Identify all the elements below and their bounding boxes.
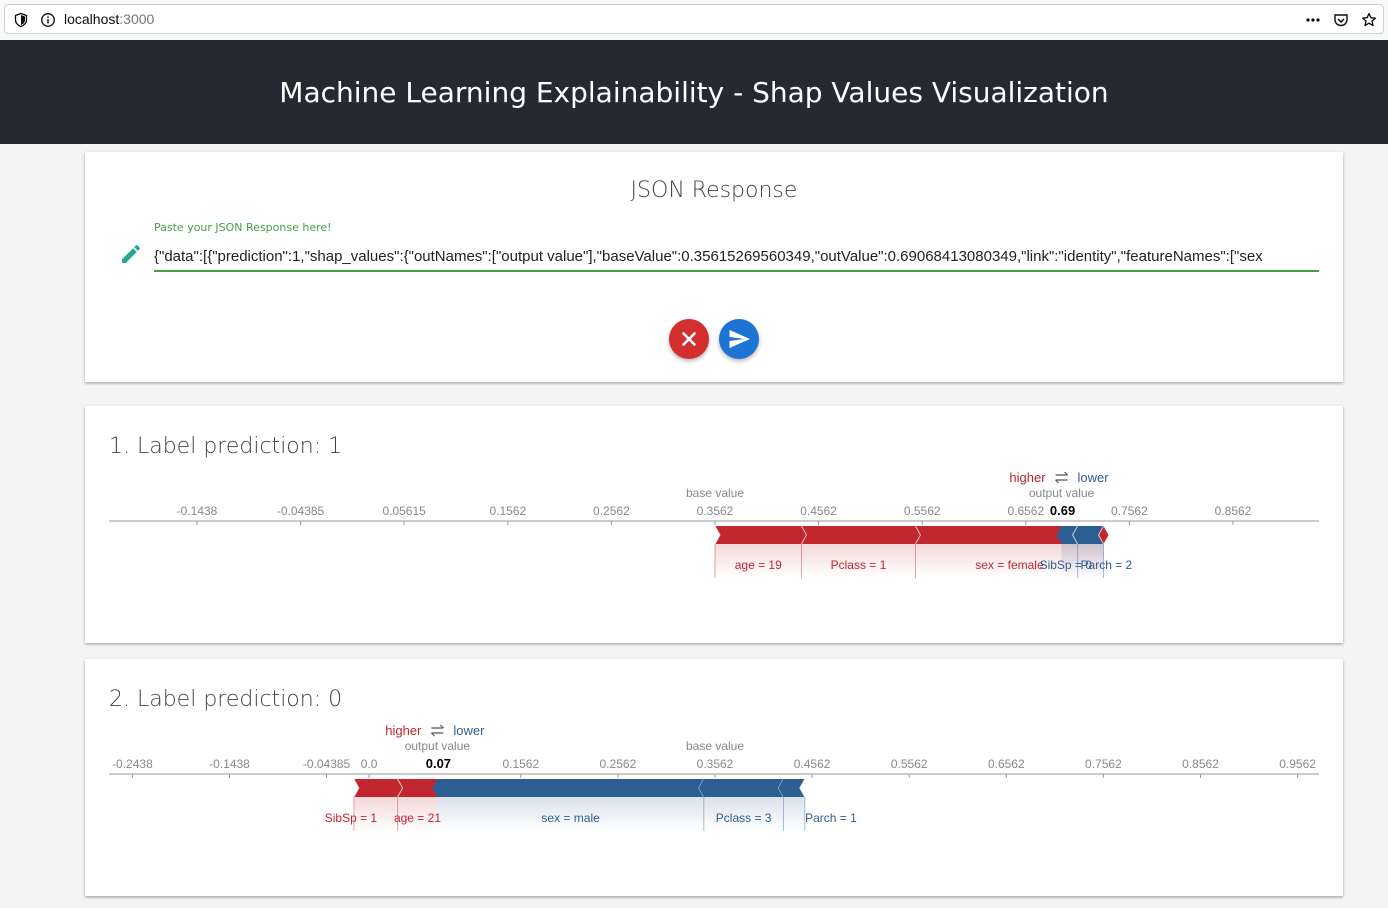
tick-label: -0.1438 (177, 504, 218, 518)
tick-label: 0.5562 (904, 504, 941, 518)
tick-label: 0.4562 (794, 757, 831, 771)
json-response-card: JSON Response Paste your JSON Response h… (85, 152, 1343, 382)
prediction-title: 1. Label prediction: 1 (109, 434, 343, 459)
feature-label-fade (783, 797, 805, 831)
feature-segment (432, 779, 704, 797)
json-response-input[interactable] (154, 242, 1319, 272)
send-button[interactable] (719, 319, 759, 359)
feature-segment (801, 526, 921, 544)
arrow-path (430, 724, 444, 737)
output-value-number: 0.07 (426, 756, 451, 771)
legend-higher: higher (1009, 470, 1046, 485)
json-panel-title: JSON Response (630, 178, 798, 203)
close-icon (682, 332, 696, 346)
force-plot-2: -0.2438 -0.1438 -0.04385 0.0 0.1562 0.2562 0.3… (109, 719, 1319, 839)
tick-label: 0.4562 (800, 504, 837, 518)
legend-lower: lower (1078, 470, 1110, 485)
base-value-label: base value (686, 739, 744, 753)
info-icon[interactable] (40, 12, 56, 28)
feature-label: Parch = 1 (805, 811, 857, 825)
output-value-number: 0.69 (1050, 503, 1075, 518)
tick-label: 0.6562 (988, 757, 1025, 771)
feature-label: Parch = 2 (1081, 558, 1133, 572)
force-plot-1: -0.1438 -0.04385 0.05615 0.1562 0.2562 0.3562… (109, 466, 1319, 586)
arrow-path (1055, 471, 1068, 484)
tick-label: 0.3562 (697, 504, 734, 518)
tick-label: 0.7562 (1111, 504, 1148, 518)
tick-label: 0.9562 (1279, 757, 1316, 771)
tick-label: 0.2562 (593, 504, 630, 518)
pencil-icon (122, 244, 141, 263)
output-value-label: output value (405, 739, 471, 753)
shield-icon[interactable] (13, 12, 29, 28)
tick-label: 0.8562 (1215, 504, 1252, 518)
force-plot-svg: -0.1438 -0.04385 0.05615 0.1562 0.2562 0.3562… (109, 470, 1319, 578)
send-icon (729, 330, 750, 348)
base-value-label: base value (686, 486, 744, 500)
tick-label: -0.1438 (209, 757, 250, 771)
bookmark-star-icon[interactable] (1361, 12, 1377, 28)
feature-segment (353, 779, 403, 797)
tick-label: 0.7562 (1085, 757, 1122, 771)
swap-arrows-icon (430, 724, 444, 737)
app-header: Machine Learning Explainability - Shap V… (0, 40, 1388, 144)
tick-label: 0.05615 (382, 504, 426, 518)
output-value-label: output value (1029, 486, 1095, 500)
feature-segment (778, 779, 805, 797)
tick-label: -0.2438 (112, 757, 153, 771)
feature-segment (698, 779, 784, 797)
browser-toolbar: localhost:3000 (0, 0, 1388, 40)
feature-label: SibSp = 1 (325, 811, 378, 825)
legend-lower: lower (453, 723, 485, 738)
clear-button[interactable] (669, 319, 709, 359)
tick-label: -0.04385 (303, 757, 351, 771)
json-input-label: Paste your JSON Response here! (154, 221, 332, 234)
url-host: localhost (64, 11, 120, 27)
tick-label: 0.1562 (489, 504, 526, 518)
feature-label: age = 21 (394, 811, 441, 825)
force-plot-svg: -0.2438 -0.1438 -0.04385 0.0 0.1562 0.2562 0.3… (109, 723, 1319, 831)
prediction-card-2: 2. Label prediction: 0 -0.2438 -0.1438 -0.… (85, 659, 1343, 896)
feature-segment (715, 526, 807, 544)
feature-label: Pclass = 3 (716, 811, 772, 825)
tick-label: 0.5562 (891, 757, 928, 771)
tick-label: -0.04385 (277, 504, 325, 518)
tick-label: 0.6562 (1007, 504, 1044, 518)
pocket-icon[interactable] (1333, 12, 1349, 28)
feature-label: sex = male (541, 811, 600, 825)
feature-label-fade (1061, 544, 1078, 578)
feature-label: sex = female (975, 558, 1044, 572)
swap-arrows-icon (1055, 471, 1068, 484)
tick-label: 0.1562 (502, 757, 539, 771)
tick-label: 0.3562 (697, 757, 734, 771)
feature-label: age = 19 (735, 558, 782, 572)
more-options-icon[interactable] (1305, 12, 1321, 28)
prediction-title: 2. Label prediction: 0 (109, 687, 343, 712)
url-text[interactable]: localhost:3000 (64, 11, 154, 27)
legend-higher: higher (385, 723, 422, 738)
tick-label: 0.2562 (600, 757, 637, 771)
feature-label: Pclass = 1 (831, 558, 887, 572)
tick-label: 0.0 (361, 757, 378, 771)
prediction-card-1: 1. Label prediction: 1 -0.1438 -0.04385 0.… (85, 406, 1343, 643)
url-port: :3000 (119, 11, 155, 27)
tick-label: 0.8562 (1182, 757, 1219, 771)
address-bar[interactable]: localhost:3000 (4, 4, 1384, 34)
app-title: Machine Learning Explainability - Shap V… (279, 76, 1109, 109)
